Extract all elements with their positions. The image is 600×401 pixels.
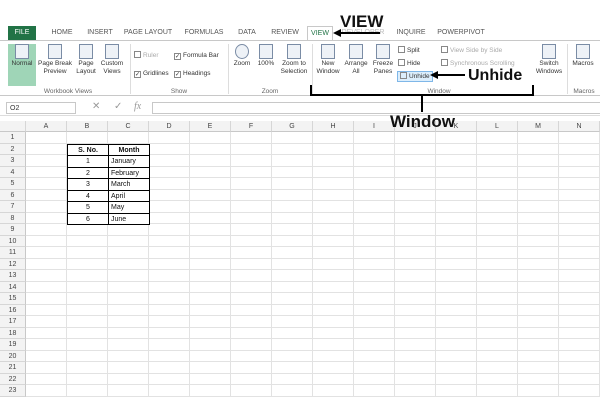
unhide-arrow-head: [430, 71, 438, 79]
annotation-view: VIEW: [340, 12, 384, 31]
annotation-unhide: Unhide: [468, 67, 523, 84]
annotation-window: Window: [390, 112, 455, 131]
annotation-overlay: [310, 29, 534, 112]
window-bracket: [310, 85, 534, 96]
